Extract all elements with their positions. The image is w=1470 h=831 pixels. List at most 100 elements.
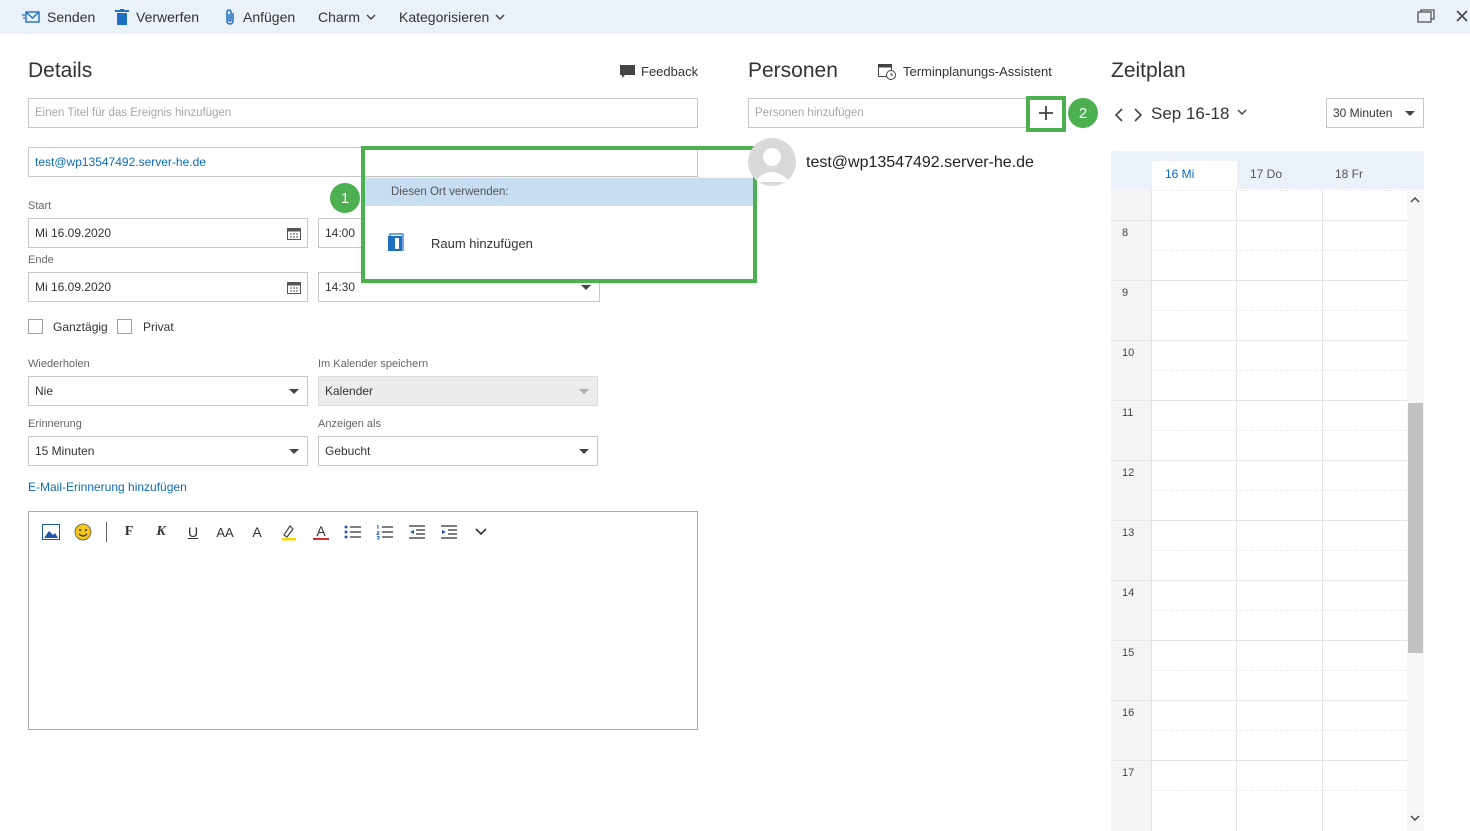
dropdown-arrow-icon xyxy=(581,285,591,290)
add-people-input[interactable]: Personen hinzufügen xyxy=(748,98,1064,128)
start-date-input[interactable]: Mi 16.09.2020 xyxy=(28,218,308,248)
day-column[interactable] xyxy=(1322,189,1407,831)
dropdown-arrow-icon xyxy=(1405,111,1415,116)
reminder-label: Erinnerung xyxy=(28,418,82,430)
hour-line xyxy=(1151,400,1407,401)
all-day-checkbox[interactable] xyxy=(28,319,43,334)
highlight-icon[interactable] xyxy=(278,521,300,543)
day-column[interactable] xyxy=(1151,189,1236,831)
feedback-icon xyxy=(620,64,635,79)
chevron-down-icon xyxy=(1237,108,1247,116)
end-date-input[interactable]: Mi 16.09.2020 xyxy=(28,272,308,302)
popout-button[interactable] xyxy=(1417,0,1435,34)
discard-button[interactable]: Verwerfen xyxy=(115,0,199,34)
numbered-list-icon[interactable] xyxy=(374,521,396,543)
calendar-icon[interactable] xyxy=(287,281,301,297)
popout-window-icon xyxy=(1417,8,1435,26)
hour-label: 14 xyxy=(1122,587,1135,599)
all-day-label: Ganztägig xyxy=(53,320,108,334)
start-date-value: Mi 16.09.2020 xyxy=(35,226,112,240)
categorize-menu-button[interactable]: Kategorisieren xyxy=(399,0,505,34)
reminder-select[interactable]: 15 Minuten xyxy=(28,436,308,466)
hour-label: 9 xyxy=(1122,287,1129,299)
scheduling-assistant-button[interactable]: Terminplanungs-Assistent xyxy=(878,62,1052,80)
avatar xyxy=(748,138,796,186)
location-value: test@wp13547492.server-he.de xyxy=(35,155,206,169)
show-as-select[interactable]: Gebucht xyxy=(318,436,598,466)
scheduling-assistant-label: Terminplanungs-Assistent xyxy=(903,63,1052,79)
command-toolbar: Senden Verwerfen Anfügen Charm Kategoris… xyxy=(0,0,1470,34)
italic-button[interactable]: K xyxy=(150,521,172,543)
hour-line xyxy=(1151,220,1407,221)
paperclip-icon xyxy=(224,8,236,26)
private-label: Privat xyxy=(143,320,174,334)
hour-label: 15 xyxy=(1122,647,1135,659)
dropdown-arrow-icon xyxy=(289,389,299,394)
hour-line xyxy=(1111,580,1151,581)
attendee-name[interactable]: test@wp13547492.server-he.de xyxy=(806,154,1034,172)
feedback-button[interactable]: Feedback xyxy=(620,64,698,79)
hour-label: 10 xyxy=(1122,347,1135,359)
reminder-value: 15 Minuten xyxy=(35,444,95,458)
half-hour-line xyxy=(1151,730,1407,731)
send-button[interactable]: Senden xyxy=(22,0,95,34)
hour-label: 11 xyxy=(1122,407,1134,419)
highlight-box-plus xyxy=(1026,96,1066,132)
people-heading: Personen xyxy=(748,59,838,82)
body-editor[interactable]: F K U AA A A xyxy=(28,511,698,730)
details-heading: Details xyxy=(28,59,93,82)
send-label: Senden xyxy=(47,9,96,25)
hour-line xyxy=(1151,580,1407,581)
more-options-chevron-icon[interactable] xyxy=(470,521,492,543)
hour-line xyxy=(1151,700,1407,701)
bold-button[interactable]: F xyxy=(118,521,140,543)
half-hour-line xyxy=(1151,370,1407,371)
day-header[interactable]: 18 Fr xyxy=(1322,161,1407,189)
hour-label: 8 xyxy=(1122,227,1129,239)
hour-line xyxy=(1111,340,1151,341)
date-range-picker[interactable]: Sep 16-18 xyxy=(1151,104,1247,124)
emoji-icon[interactable] xyxy=(72,521,94,543)
title-input[interactable]: Einen Titel für das Ereignis hinzufügen xyxy=(28,98,698,128)
day-column[interactable] xyxy=(1236,189,1321,831)
day-header[interactable]: 16 Mi xyxy=(1152,161,1237,189)
send-mail-icon xyxy=(22,10,40,24)
prev-range-icon[interactable] xyxy=(1114,108,1124,125)
hour-line xyxy=(1111,400,1151,401)
scrollbar-thumb[interactable] xyxy=(1408,403,1423,653)
next-range-icon[interactable] xyxy=(1133,108,1143,125)
attach-button[interactable]: Anfügen xyxy=(224,0,295,34)
interval-select[interactable]: 30 Minuten xyxy=(1326,98,1424,128)
calendar-icon[interactable] xyxy=(287,227,301,243)
half-hour-line xyxy=(1151,190,1407,191)
email-reminder-link[interactable]: E-Mail-Erinnerung hinzufügen xyxy=(28,480,187,494)
trash-icon xyxy=(115,9,129,25)
hour-label: 12 xyxy=(1122,467,1135,479)
half-hour-line xyxy=(1151,670,1407,671)
font-color-button[interactable]: A xyxy=(310,521,332,543)
repeat-value: Nie xyxy=(35,384,54,398)
day-header[interactable]: 17 Do xyxy=(1237,161,1322,189)
scroll-down-icon[interactable] xyxy=(1410,811,1420,825)
decrease-indent-icon[interactable] xyxy=(406,521,428,543)
half-hour-line xyxy=(1151,490,1407,491)
discard-label: Verwerfen xyxy=(136,9,200,25)
repeat-select[interactable]: Nie xyxy=(28,376,308,406)
scroll-up-icon[interactable] xyxy=(1410,193,1420,207)
end-label: Ende xyxy=(28,254,54,266)
bullet-list-icon[interactable] xyxy=(342,521,364,543)
increase-indent-icon[interactable] xyxy=(438,521,460,543)
font-size-button[interactable]: AA xyxy=(214,521,236,543)
close-button[interactable] xyxy=(1456,0,1468,34)
repeat-label: Wiederholen xyxy=(28,358,90,370)
font-color-bar xyxy=(313,537,329,541)
grow-font-button[interactable]: A xyxy=(246,521,268,543)
charm-menu-button[interactable]: Charm xyxy=(318,0,376,34)
private-checkbox[interactable] xyxy=(117,319,132,334)
hour-line xyxy=(1111,700,1151,701)
calendar-clock-icon xyxy=(878,62,896,80)
underline-button[interactable]: U xyxy=(182,521,204,543)
hour-column xyxy=(1111,189,1151,831)
insert-image-icon[interactable] xyxy=(40,521,62,543)
dropdown-arrow-icon xyxy=(289,449,299,454)
